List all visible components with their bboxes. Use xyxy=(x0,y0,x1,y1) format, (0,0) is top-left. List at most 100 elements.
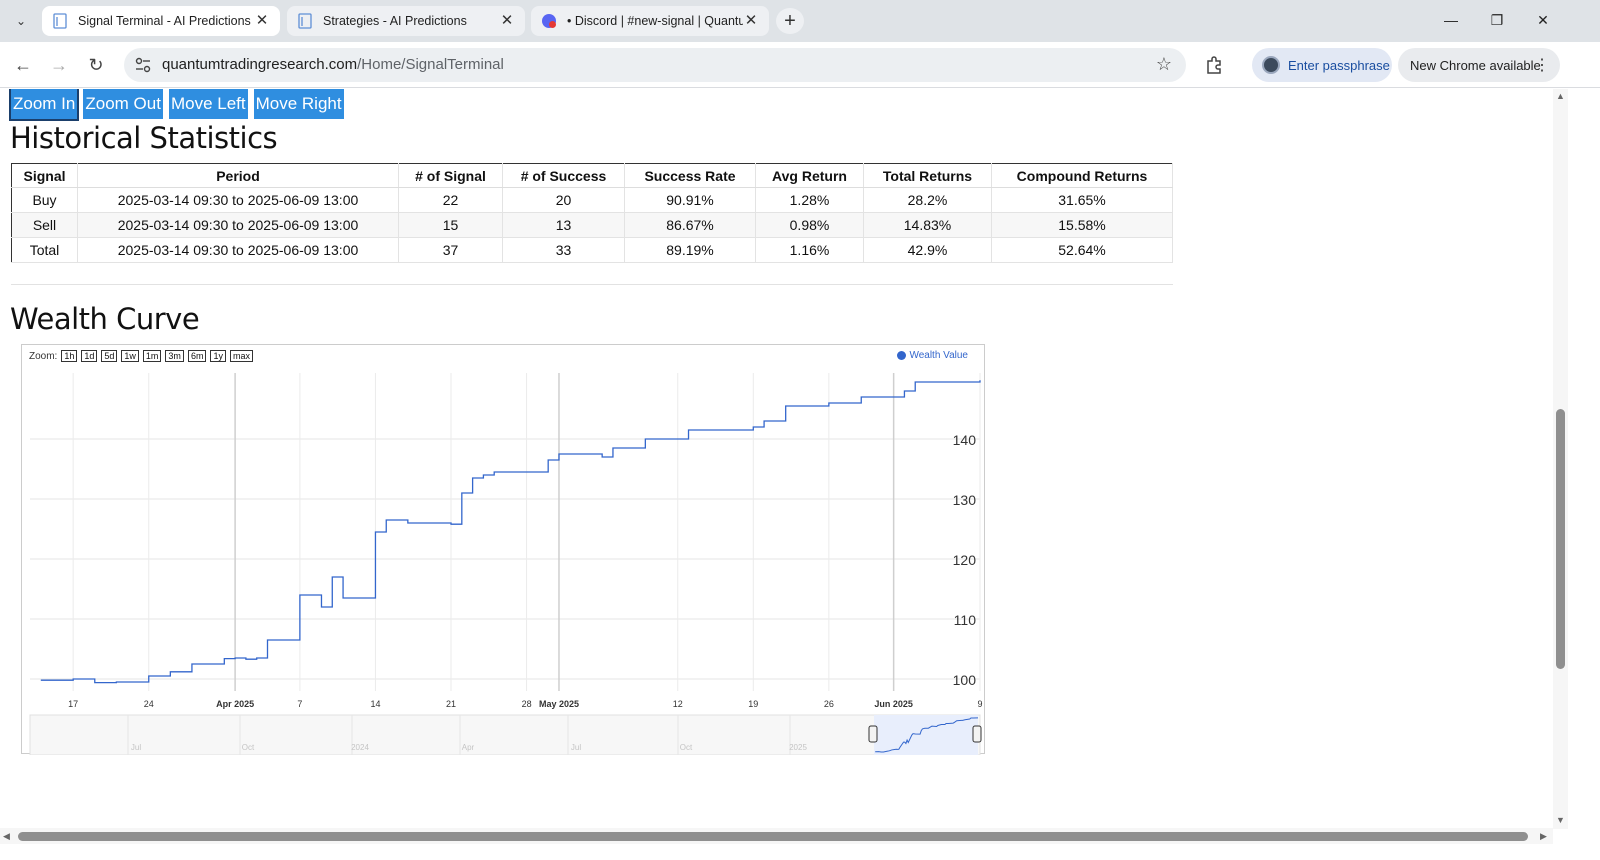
navigator-handle[interactable] xyxy=(868,725,878,743)
table-row: Sell 2025-03-14 09:30 to 2025-06-09 13:0… xyxy=(11,212,1173,238)
navigator-tick-label: Oct xyxy=(680,743,693,752)
zoom-1y-button[interactable]: 1y xyxy=(210,350,226,362)
x-tick-label: 19 xyxy=(748,699,758,709)
extensions-icon[interactable] xyxy=(1200,52,1228,78)
address-bar[interactable]: quantumtradingresearch.com/Home/SignalTe… xyxy=(124,48,1186,82)
cell: 2025-03-14 09:30 to 2025-06-09 13:00 xyxy=(77,237,399,263)
cell: 1.28% xyxy=(755,187,864,213)
horizontal-scroll-thumb[interactable] xyxy=(18,832,1528,841)
url-path: /Home/SignalTerminal xyxy=(357,56,504,73)
scroll-down-arrow-icon[interactable]: ▼ xyxy=(1556,815,1565,825)
zoom-6m-button[interactable]: 6m xyxy=(187,350,207,362)
scroll-left-arrow-icon[interactable]: ◀ xyxy=(3,831,10,842)
update-label: New Chrome available xyxy=(1410,57,1541,73)
bookmark-star-icon[interactable]: ☆ xyxy=(1156,54,1172,75)
x-tick-label: May 2025 xyxy=(539,699,579,709)
cell: 14.83% xyxy=(863,212,992,238)
reload-icon[interactable]: ↻ xyxy=(82,52,110,78)
x-tick-label: Apr 2025 xyxy=(216,699,254,709)
passphrase-button[interactable]: Enter passphrase xyxy=(1252,48,1392,82)
cell: 33 xyxy=(502,237,625,263)
new-tab-button[interactable]: + xyxy=(776,8,804,34)
wealth-series-line xyxy=(40,380,981,684)
tab-strip: ⌄ Signal Terminal - AI Predictions ✕ Str… xyxy=(0,0,1600,42)
cell: 22 xyxy=(398,187,503,213)
restore-icon[interactable]: ❐ xyxy=(1474,0,1520,40)
tab-signal-terminal[interactable]: Signal Terminal - AI Predictions ✕ xyxy=(42,6,280,36)
zoom-label: Zoom: xyxy=(29,350,58,362)
back-icon[interactable]: ← xyxy=(9,52,37,78)
tab-search-chevron-icon[interactable]: ⌄ xyxy=(10,10,32,32)
page-content: Zoom In Zoom Out Move Left Move Right Hi… xyxy=(0,89,1553,829)
navigator-tick-label: Oct xyxy=(242,743,255,752)
col-num-success: # of Success xyxy=(502,163,625,188)
x-tick-label: 24 xyxy=(144,699,154,709)
profile-avatar-icon xyxy=(1262,56,1280,74)
x-tick-label: 14 xyxy=(370,699,380,709)
legend-label: Wealth Value xyxy=(909,350,968,361)
zoom-1m-button[interactable]: 1m xyxy=(142,350,162,362)
site-settings-icon[interactable] xyxy=(134,56,152,74)
horizontal-scrollbar[interactable]: ◀ ▶ xyxy=(0,828,1553,844)
more-menu-icon[interactable]: ⋮ xyxy=(1534,55,1550,75)
cell: 89.19% xyxy=(624,237,756,263)
col-success-rate: Success Rate xyxy=(624,163,756,188)
vertical-scrollbar[interactable]: ▲ ▼ xyxy=(1553,89,1568,829)
wealth-curve-title: Wealth Curve xyxy=(10,302,200,336)
cell: 2025-03-14 09:30 to 2025-06-09 13:00 xyxy=(77,187,399,213)
x-tick-label: Jun 2025 xyxy=(874,699,913,709)
tab-title: Signal Terminal - AI Predictions xyxy=(78,14,251,28)
cell: 0.98% xyxy=(755,212,864,238)
legend-marker xyxy=(897,351,907,360)
zoom-1h-button[interactable]: 1h xyxy=(61,350,78,362)
scroll-right-arrow-icon[interactable]: ▶ xyxy=(1540,831,1547,842)
zoom-out-button[interactable]: Zoom Out xyxy=(83,89,163,119)
zoom-1d-button[interactable]: 1d xyxy=(81,350,98,362)
navigator-selection xyxy=(874,715,978,755)
discord-favicon-icon xyxy=(542,14,556,28)
historical-statistics-title: Historical Statistics xyxy=(10,121,278,155)
tab-close-icon[interactable]: ✕ xyxy=(254,13,270,29)
page-favicon-icon xyxy=(53,13,67,29)
tab-strategies[interactable]: Strategies - AI Predictions ✕ xyxy=(287,6,525,36)
move-left-button[interactable]: Move Left xyxy=(168,89,248,119)
move-right-button[interactable]: Move Right xyxy=(253,89,344,119)
url-domain: quantumtradingresearch.com xyxy=(162,56,358,73)
navigator-tick-label: 2024 xyxy=(351,743,369,752)
table-row: Total 2025-03-14 09:30 to 2025-06-09 13:… xyxy=(11,237,1173,263)
zoom-in-button[interactable]: Zoom In xyxy=(8,89,80,121)
chart-controls: Zoom In Zoom Out Move Left Move Right xyxy=(8,89,344,121)
table-row: Buy 2025-03-14 09:30 to 2025-06-09 13:00… xyxy=(11,187,1173,213)
chrome-update-button[interactable]: New Chrome available ⋮ xyxy=(1398,48,1560,82)
vertical-scroll-thumb[interactable] xyxy=(1556,409,1565,669)
x-tick-label: 9 xyxy=(977,699,982,709)
tab-close-icon[interactable]: ✕ xyxy=(743,13,759,29)
zoom-max-button[interactable]: max xyxy=(229,350,253,362)
minimize-icon[interactable]: — xyxy=(1428,0,1474,40)
cell: Sell xyxy=(11,212,78,238)
tab-discord[interactable]: • Discord | #new-signal | Quantum ✕ xyxy=(531,6,769,36)
tab-title: • Discord | #new-signal | Quantum xyxy=(567,14,743,28)
cell: 1.16% xyxy=(755,237,864,263)
passphrase-label: Enter passphrase xyxy=(1288,57,1390,73)
scroll-up-arrow-icon[interactable]: ▲ xyxy=(1556,91,1565,101)
navigator-panel xyxy=(29,714,981,755)
cell: 52.64% xyxy=(991,237,1173,263)
zoom-3m-button[interactable]: 3m xyxy=(165,350,184,362)
zoom-1w-button[interactable]: 1w xyxy=(121,350,139,362)
navigator-handle[interactable] xyxy=(972,725,982,743)
cell: 13 xyxy=(502,212,625,238)
y-tick-label: 120 xyxy=(953,552,977,568)
forward-icon[interactable]: → xyxy=(45,52,73,78)
zoom-5d-button[interactable]: 5d xyxy=(101,350,118,362)
close-window-icon[interactable]: ✕ xyxy=(1520,0,1566,40)
x-tick-label: 12 xyxy=(673,699,683,709)
navigator-tick-label: Apr xyxy=(462,743,475,752)
cell: 28.2% xyxy=(863,187,992,213)
statistics-table: Signal Period # of Signal # of Success S… xyxy=(11,163,1173,263)
tab-close-icon[interactable]: ✕ xyxy=(499,13,515,29)
page-favicon-icon xyxy=(298,13,312,29)
x-tick-label: 7 xyxy=(297,699,302,709)
chart-legend[interactable]: Wealth Value xyxy=(897,350,968,361)
x-tick-label: 17 xyxy=(68,699,78,709)
